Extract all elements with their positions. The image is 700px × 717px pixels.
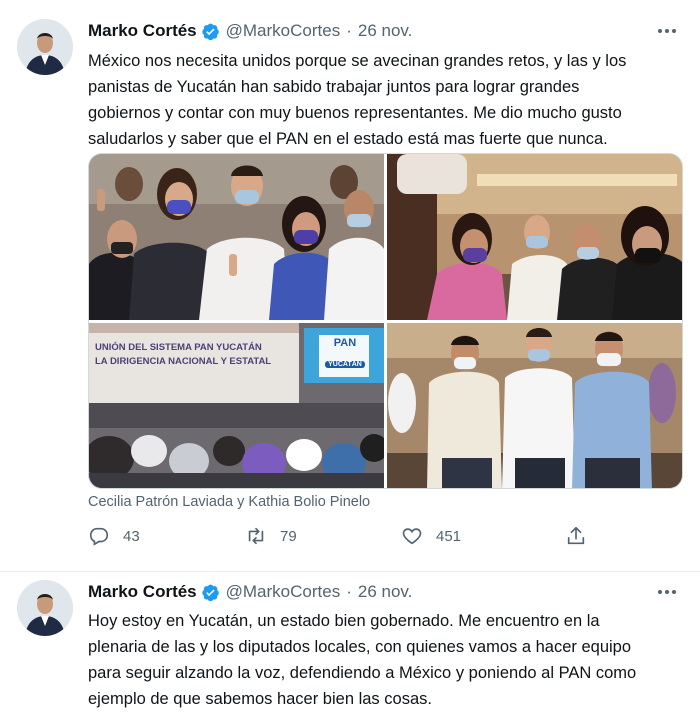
pan-logo-text: PAN xyxy=(333,337,357,349)
heart-icon xyxy=(402,528,422,545)
reply-count: 43 xyxy=(123,527,140,545)
retweet-count: 79 xyxy=(280,527,297,545)
retweet-icon xyxy=(248,527,264,545)
avatar[interactable] xyxy=(17,19,73,75)
tweet-header: Marko Cortés @MarkoCortes · 26 nov. xyxy=(88,19,680,43)
banner-line-1: UNIÓN DEL SISTEMA PAN YUCATÁN xyxy=(95,342,262,353)
like-button[interactable]: 451 xyxy=(401,525,461,547)
tweet-header: Marko Cortés @MarkoCortes · 26 nov. xyxy=(88,580,680,604)
retweet-button[interactable]: 79 xyxy=(245,525,297,547)
author-handle[interactable]: @MarkoCortes xyxy=(226,582,341,602)
reply-button[interactable]: 43 xyxy=(88,525,140,547)
media-grid: UNIÓN DEL SISTEMA PAN YUCATÁN LA DIRIGEN… xyxy=(88,153,683,489)
auditorium-photo[interactable]: UNIÓN DEL SISTEMA PAN YUCATÁN LA DIRIGEN… xyxy=(89,323,384,488)
verified-badge-icon xyxy=(201,584,219,601)
tweet-date[interactable]: 26 nov. xyxy=(358,21,413,41)
tweet-text: Hoy estoy en Yucatán, un estado bien gob… xyxy=(88,612,637,708)
tweet[interactable]: Marko Cortés @MarkoCortes · 26 nov. Hoy … xyxy=(0,572,700,717)
tweet-date[interactable]: 26 nov. xyxy=(358,582,413,602)
more-options-button[interactable] xyxy=(654,580,680,604)
author-name[interactable]: Marko Cortés xyxy=(88,582,197,602)
group-v-sign-photo[interactable] xyxy=(89,154,384,320)
selfie-photo[interactable] xyxy=(387,154,682,320)
share-icon xyxy=(567,526,585,545)
avatar[interactable] xyxy=(17,580,73,636)
author-name[interactable]: Marko Cortés xyxy=(88,21,197,41)
more-dots-icon xyxy=(658,590,676,594)
separator-dot: · xyxy=(346,582,352,601)
author-handle[interactable]: @MarkoCortes xyxy=(226,21,341,41)
like-count: 451 xyxy=(436,527,462,545)
separator-dot: · xyxy=(346,21,352,40)
more-dots-icon xyxy=(658,29,676,33)
banner-line-2: LA DIRIGENCIA NACIONAL Y ESTATAL xyxy=(95,356,272,367)
three-men-photo[interactable] xyxy=(387,323,682,488)
more-options-button[interactable] xyxy=(654,19,680,43)
tweet[interactable]: Marko Cortés @MarkoCortes · 26 nov. Méxi… xyxy=(0,0,700,572)
verified-badge-icon xyxy=(201,23,219,40)
tagged-users-caption[interactable]: Cecilia Patrón Laviada y Kathia Bolio Pi… xyxy=(88,494,370,510)
tweet-text: México nos necesita unidos porque se ave… xyxy=(88,52,627,148)
yucatan-logo-text: YUCATÁN xyxy=(325,361,365,368)
reply-icon xyxy=(89,527,109,546)
share-button[interactable] xyxy=(565,525,587,547)
tweet-actions: 43 79 451 xyxy=(88,525,608,551)
